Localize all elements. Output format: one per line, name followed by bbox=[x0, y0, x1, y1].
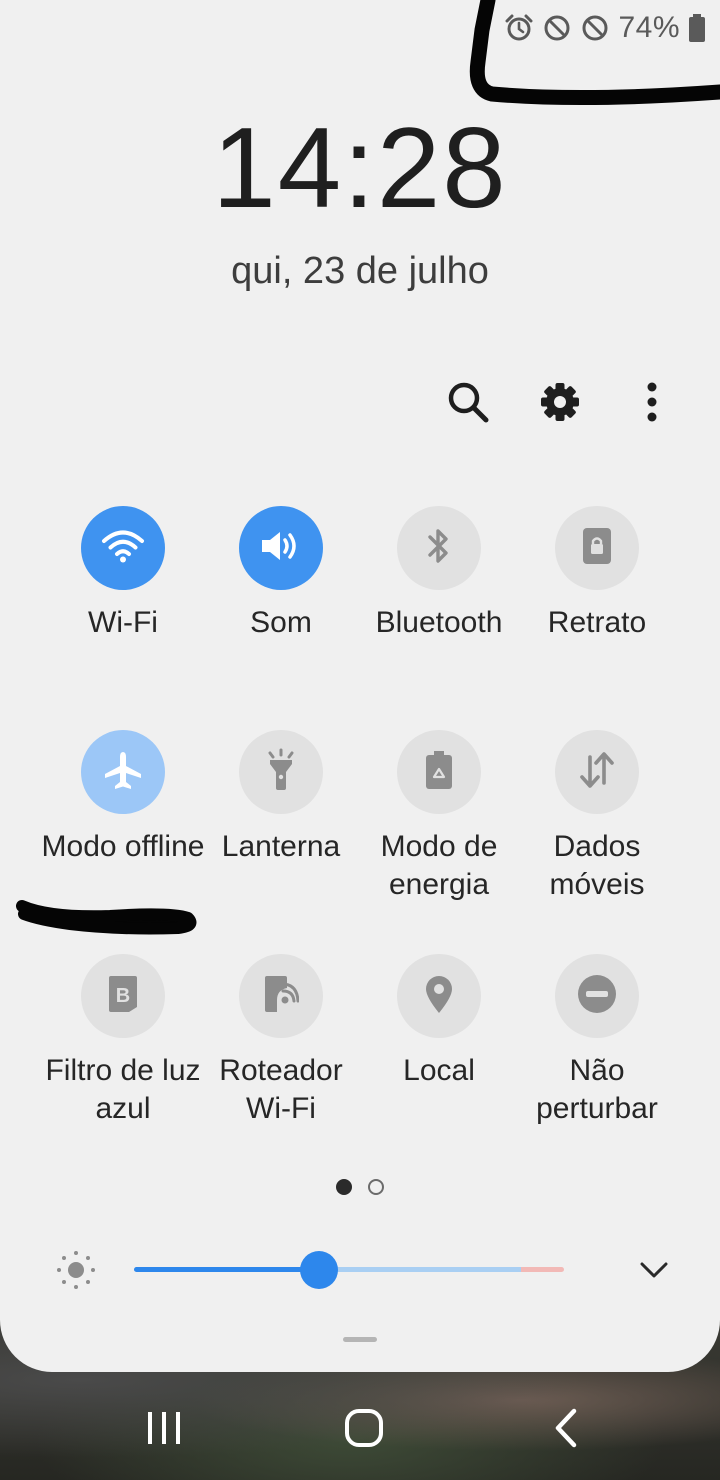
airplane-icon bbox=[101, 748, 145, 797]
search-button[interactable] bbox=[444, 378, 492, 430]
tile-button[interactable] bbox=[397, 506, 481, 590]
tile-hotspot[interactable]: Roteador Wi-Fi bbox=[202, 954, 360, 1128]
tile-sound[interactable]: Som bbox=[202, 506, 360, 642]
tile-button[interactable] bbox=[555, 730, 639, 814]
tile-airplane[interactable]: Modo offline bbox=[42, 730, 204, 866]
search-icon bbox=[446, 380, 490, 429]
panel-drag-handle[interactable] bbox=[343, 1337, 377, 1342]
back-button[interactable] bbox=[550, 1408, 580, 1453]
tile-label: Local bbox=[403, 1054, 475, 1087]
tile-button[interactable] bbox=[239, 954, 323, 1038]
tile-button[interactable] bbox=[397, 730, 481, 814]
tile-button[interactable] bbox=[81, 506, 165, 590]
tile-button[interactable] bbox=[555, 954, 639, 1038]
tile-button[interactable] bbox=[81, 730, 165, 814]
battery-icon bbox=[688, 13, 706, 43]
tile-label: Filtro de luz azul bbox=[45, 1054, 201, 1125]
tile-button[interactable] bbox=[397, 954, 481, 1038]
navigation-bar bbox=[0, 1372, 720, 1480]
panel-toolbar bbox=[444, 378, 676, 430]
tile-label: Som bbox=[250, 606, 312, 639]
tile-flashlight[interactable]: Lanterna bbox=[202, 730, 360, 866]
bluetooth-icon bbox=[424, 526, 454, 571]
brightness-slider-thumb[interactable] bbox=[300, 1251, 338, 1289]
tile-wifi[interactable]: Wi-Fi bbox=[44, 506, 202, 642]
page-dot-active[interactable] bbox=[336, 1179, 352, 1195]
wifi-icon bbox=[101, 528, 145, 569]
tile-button[interactable]: B bbox=[81, 954, 165, 1038]
mobile-data-icon bbox=[577, 751, 617, 794]
blocked-icon bbox=[580, 13, 610, 43]
hotspot-icon bbox=[263, 974, 300, 1019]
do-not-disturb-icon bbox=[577, 974, 617, 1019]
battery-percent: 74% bbox=[618, 11, 680, 44]
tile-portrait[interactable]: Retrato bbox=[518, 506, 676, 642]
portrait-lock-icon bbox=[582, 527, 612, 570]
clock-date: qui, 23 de julho bbox=[231, 250, 489, 292]
tile-label: Bluetooth bbox=[375, 606, 503, 639]
tile-button[interactable] bbox=[555, 506, 639, 590]
tile-label: Modo de energia bbox=[380, 830, 498, 901]
status-bar: 74% bbox=[504, 10, 706, 46]
flashlight-icon bbox=[264, 748, 298, 797]
expand-button[interactable] bbox=[638, 1256, 670, 1289]
location-icon bbox=[423, 974, 455, 1019]
home-button[interactable] bbox=[344, 1408, 384, 1453]
clock-time: 14:28 bbox=[212, 105, 508, 232]
recent-apps-button[interactable] bbox=[146, 1410, 182, 1451]
blue-light-filter-icon: B bbox=[107, 974, 139, 1019]
tile-label: Não perturbar bbox=[536, 1054, 658, 1125]
quick-settings-panel: 74% 14:28 qui, 23 de julho Wi-Fi Som Blu… bbox=[0, 0, 720, 1372]
brightness-slider[interactable] bbox=[134, 1267, 564, 1272]
page-dot[interactable] bbox=[368, 1179, 384, 1195]
alarm-icon bbox=[504, 13, 534, 43]
recent-apps-icon bbox=[148, 1412, 180, 1444]
tile-label: Wi-Fi bbox=[88, 606, 158, 639]
back-icon bbox=[555, 1408, 577, 1448]
home-icon bbox=[345, 1409, 383, 1447]
brightness-control bbox=[50, 1248, 670, 1292]
tile-power-mode[interactable]: Modo de energia bbox=[360, 730, 518, 904]
tile-blue-light-filter[interactable]: B Filtro de luz azul bbox=[44, 954, 202, 1128]
tile-location[interactable]: Local bbox=[360, 954, 518, 1090]
tile-button[interactable] bbox=[239, 730, 323, 814]
chevron-down-icon bbox=[640, 1262, 668, 1278]
tile-button[interactable] bbox=[239, 506, 323, 590]
svg-text:B: B bbox=[116, 985, 130, 1007]
tile-label: Lanterna bbox=[221, 830, 341, 863]
tile-label: Retrato bbox=[547, 606, 647, 639]
more-options-icon bbox=[646, 382, 658, 427]
brightness-icon bbox=[50, 1248, 98, 1297]
settings-button[interactable] bbox=[536, 378, 584, 430]
tile-label: Modo offline bbox=[41, 830, 205, 863]
tile-label: Roteador Wi-Fi bbox=[219, 1054, 343, 1125]
tile-mobile-data[interactable]: Dados móveis bbox=[518, 730, 676, 904]
tile-bluetooth[interactable]: Bluetooth bbox=[360, 506, 518, 642]
sound-icon bbox=[259, 528, 303, 569]
settings-icon bbox=[539, 381, 581, 428]
more-options-button[interactable] bbox=[628, 378, 676, 430]
blocked-icon bbox=[542, 13, 572, 43]
tile-do-not-disturb[interactable]: Não perturbar bbox=[518, 954, 676, 1128]
power-mode-icon bbox=[424, 750, 454, 795]
tile-label: Dados móveis bbox=[549, 830, 645, 901]
page-indicator bbox=[0, 1179, 720, 1195]
